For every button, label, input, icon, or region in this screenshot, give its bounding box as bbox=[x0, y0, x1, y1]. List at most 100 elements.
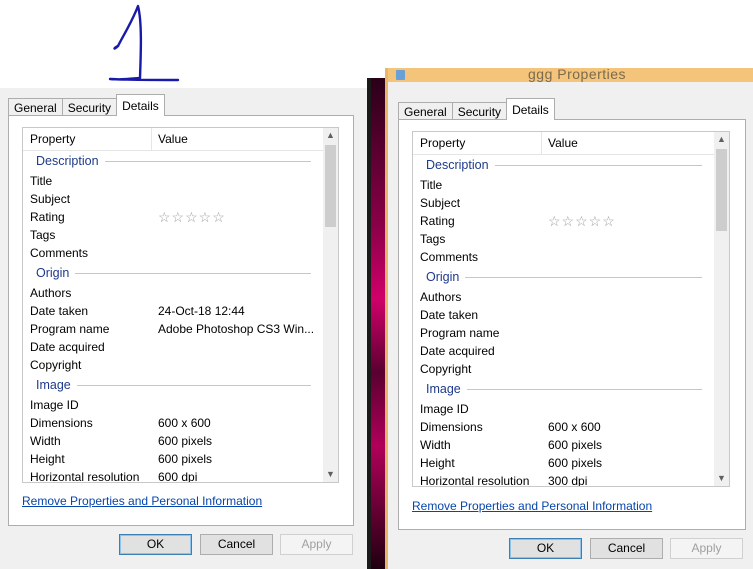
property-name: Width bbox=[30, 434, 61, 448]
list-item[interactable]: Title bbox=[413, 176, 714, 194]
column-header-value[interactable]: Value bbox=[548, 132, 578, 154]
property-list[interactable]: Property Value Description Title Subject Ra… bbox=[412, 131, 730, 487]
remove-properties-link[interactable]: Remove Properties and Personal Informati… bbox=[412, 499, 652, 513]
list-item[interactable]: Dimensions 600 x 600 bbox=[413, 418, 714, 436]
cancel-button[interactable]: Cancel bbox=[200, 534, 273, 555]
cancel-button[interactable]: Cancel bbox=[590, 538, 663, 559]
property-name: Image ID bbox=[30, 398, 79, 412]
vertical-scrollbar[interactable]: ▲ ▼ bbox=[323, 128, 338, 482]
list-item[interactable]: Rating ☆☆☆☆☆ bbox=[413, 212, 714, 230]
list-item[interactable]: Program name bbox=[413, 324, 714, 342]
column-header-value[interactable]: Value bbox=[158, 128, 188, 150]
list-item[interactable]: Comments bbox=[23, 244, 323, 262]
group-header: Origin bbox=[413, 266, 714, 288]
star-outline-icon[interactable]: ☆☆☆☆☆ bbox=[158, 208, 226, 226]
list-item[interactable]: Date acquired bbox=[413, 342, 714, 360]
chevron-down-icon[interactable]: ▼ bbox=[714, 471, 729, 486]
property-name: Width bbox=[420, 438, 451, 452]
list-item[interactable]: Comments bbox=[413, 248, 714, 266]
vertical-scrollbar[interactable]: ▲ ▼ bbox=[714, 132, 729, 486]
list-item[interactable]: Authors bbox=[413, 288, 714, 306]
group-label: Description bbox=[36, 154, 99, 168]
ok-button[interactable]: OK bbox=[119, 534, 192, 555]
group-header: Description bbox=[23, 150, 323, 172]
list-item[interactable]: Copyright bbox=[413, 360, 714, 378]
group-header: Image bbox=[23, 374, 323, 396]
property-name: Subject bbox=[30, 192, 71, 206]
column-separator[interactable] bbox=[151, 128, 152, 150]
tab-details[interactable]: Details bbox=[506, 98, 555, 120]
star-outline-icon[interactable]: ☆☆☆☆☆ bbox=[548, 212, 616, 230]
list-item[interactable]: Tags bbox=[23, 226, 323, 244]
list-item[interactable]: Tags bbox=[413, 230, 714, 248]
chevron-up-icon[interactable]: ▲ bbox=[714, 132, 729, 147]
property-name: Title bbox=[420, 178, 443, 192]
property-name: Horizontal resolution bbox=[420, 474, 530, 487]
property-value: Adobe Photoshop CS3 Win... bbox=[158, 322, 315, 336]
column-header-property[interactable]: Property bbox=[420, 132, 465, 154]
list-item[interactable]: Date taken 24-Oct-18 12:44 bbox=[23, 302, 323, 320]
list-item[interactable]: Image ID bbox=[413, 400, 714, 418]
apply-button[interactable]: Apply bbox=[280, 534, 353, 555]
property-name: Dimensions bbox=[30, 416, 93, 430]
scrollbar-thumb[interactable] bbox=[325, 145, 336, 227]
list-item[interactable]: Date acquired bbox=[23, 338, 323, 356]
group-rule bbox=[75, 273, 311, 274]
list-item[interactable]: Height 600 pixels bbox=[23, 450, 323, 468]
list-item[interactable]: Authors bbox=[23, 284, 323, 302]
list-item[interactable]: Width 600 pixels bbox=[413, 436, 714, 454]
property-name: Rating bbox=[420, 214, 455, 228]
property-rows: Description Title Subject Rating ☆☆☆☆☆ Tags Co… bbox=[413, 154, 714, 487]
group-header: Image bbox=[413, 378, 714, 400]
desktop-wallpaper-strip bbox=[371, 78, 385, 569]
property-name: Date acquired bbox=[420, 344, 495, 358]
property-name: Height bbox=[420, 456, 455, 470]
list-item[interactable]: Copyright bbox=[23, 356, 323, 374]
list-item[interactable]: Program name Adobe Photoshop CS3 Win... bbox=[23, 320, 323, 338]
apply-button[interactable]: Apply bbox=[670, 538, 743, 559]
group-header: Description bbox=[413, 154, 714, 176]
property-value: 300 dpi bbox=[548, 474, 588, 487]
properties-window-left: General Security Details Property Value … bbox=[0, 78, 367, 569]
group-rule bbox=[495, 165, 702, 166]
details-panel: Property Value Description Title Subject Ra… bbox=[398, 119, 746, 530]
property-name: Height bbox=[30, 452, 65, 466]
tab-security[interactable]: Security bbox=[451, 102, 508, 120]
property-value: 600 pixels bbox=[158, 452, 213, 466]
list-item[interactable]: Image ID bbox=[23, 396, 323, 414]
tab-security[interactable]: Security bbox=[61, 98, 118, 116]
chevron-down-icon[interactable]: ▼ bbox=[323, 467, 338, 482]
list-item[interactable]: Subject bbox=[23, 190, 323, 208]
remove-properties-link[interactable]: Remove Properties and Personal Informati… bbox=[22, 494, 262, 508]
list-item[interactable]: Horizontal resolution 300 dpi bbox=[413, 472, 714, 487]
tab-general[interactable]: General bbox=[398, 102, 453, 120]
group-rule bbox=[465, 277, 702, 278]
property-name: Copyright bbox=[30, 358, 82, 372]
property-name: Subject bbox=[420, 196, 461, 210]
list-item[interactable]: Dimensions 600 x 600 bbox=[23, 414, 323, 432]
list-item[interactable]: Date taken bbox=[413, 306, 714, 324]
list-item[interactable]: Horizontal resolution 600 dpi bbox=[23, 468, 323, 482]
list-item[interactable]: Subject bbox=[413, 194, 714, 212]
list-item[interactable]: Width 600 pixels bbox=[23, 432, 323, 450]
property-name: Dimensions bbox=[420, 420, 483, 434]
column-header-property[interactable]: Property bbox=[30, 128, 75, 150]
list-header: Property Value bbox=[413, 132, 714, 155]
ok-button[interactable]: OK bbox=[509, 538, 582, 559]
title-bar bbox=[0, 78, 367, 88]
property-name: Image ID bbox=[420, 402, 469, 416]
tab-details[interactable]: Details bbox=[116, 94, 165, 116]
list-item[interactable]: Rating ☆☆☆☆☆ bbox=[23, 208, 323, 226]
tab-general[interactable]: General bbox=[8, 98, 63, 116]
group-label: Image bbox=[36, 378, 71, 392]
property-name: Tags bbox=[420, 232, 446, 246]
property-value: 600 pixels bbox=[548, 456, 603, 470]
list-item[interactable]: Height 600 pixels bbox=[413, 454, 714, 472]
chevron-up-icon[interactable]: ▲ bbox=[323, 128, 338, 143]
property-name: Date taken bbox=[30, 304, 89, 318]
column-separator[interactable] bbox=[541, 132, 542, 154]
group-label: Origin bbox=[36, 266, 70, 280]
list-item[interactable]: Title bbox=[23, 172, 323, 190]
scrollbar-thumb[interactable] bbox=[716, 149, 727, 231]
property-list[interactable]: Property Value Description Title Subject Ra… bbox=[22, 127, 339, 483]
